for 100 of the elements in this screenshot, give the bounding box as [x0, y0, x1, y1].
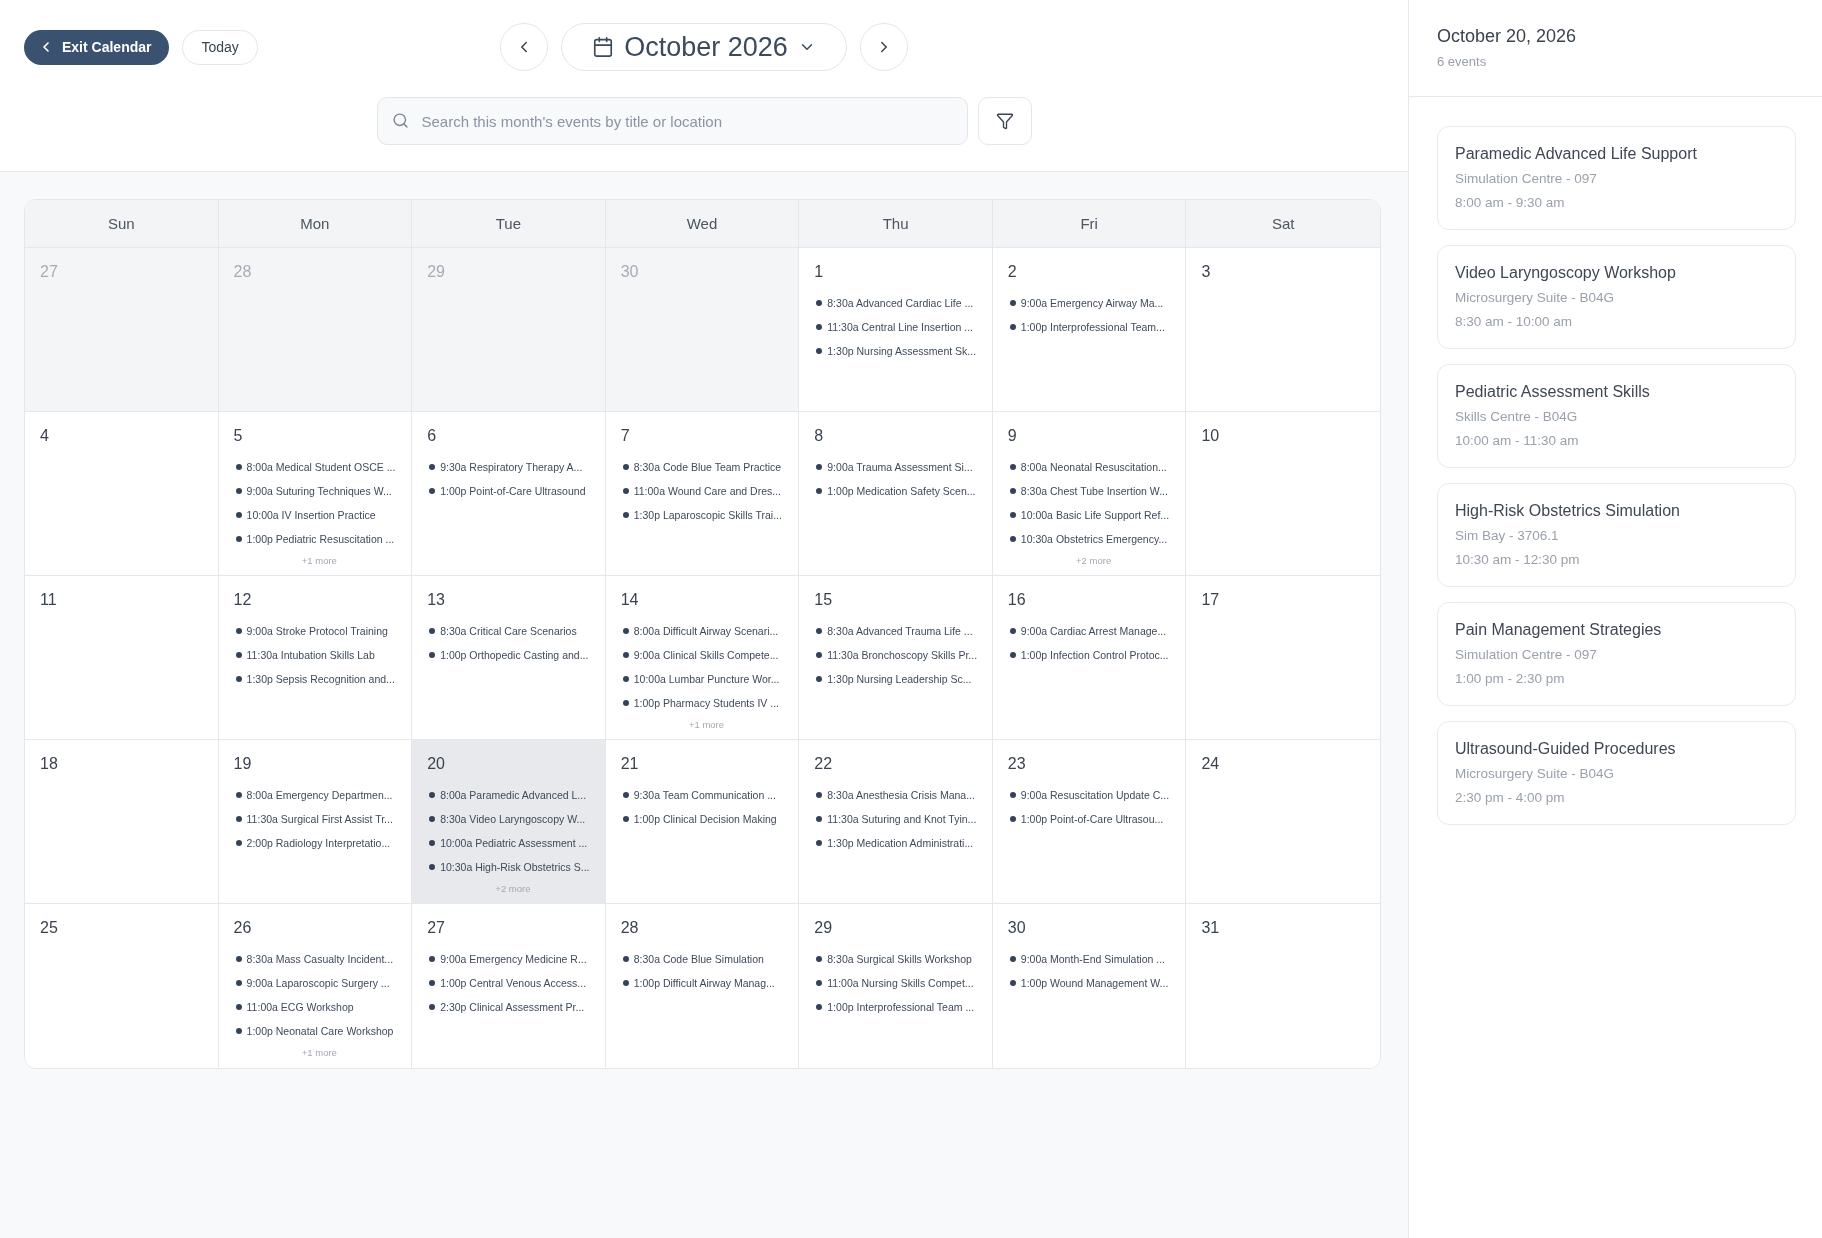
calendar-event[interactable]: 8:30a Anesthesia Crisis Mana...	[814, 783, 975, 807]
calendar-event[interactable]: 8:30a Critical Care Scenarios	[427, 619, 577, 643]
calendar-event[interactable]: 9:00a Emergency Airway Ma...	[1007, 291, 1164, 315]
calendar-event[interactable]: 1:00p Pediatric Resuscitation ...	[233, 527, 395, 551]
exit-calendar-button[interactable]: Exit Calendar	[24, 29, 170, 65]
day-cell[interactable]: 1 8:30a Advanced Cardiac Life ... 11:30a Central Line Insertion ... 1:30p Nursing Assessment Sk...	[799, 248, 993, 412]
calendar-event[interactable]: 9:00a Suturing Techniques W...	[233, 479, 392, 503]
calendar-event[interactable]: 1:00p Pharmacy Students IV ...	[620, 691, 780, 715]
calendar-event[interactable]: 9:00a Clinical Skills Compete...	[620, 643, 779, 667]
day-cell[interactable]: 15 8:30a Advanced Trauma Life ... 11:30a Bronchoscopy Skills Pr... 1:30p Nursing Leadership Sc...	[799, 576, 993, 740]
calendar-event[interactable]: 11:00a Nursing Skills Compet...	[814, 971, 974, 995]
day-cell[interactable]: 9 8:00a Neonatal Resuscitation... 8:30a Chest Tube Insertion W... 10:00a Basic Life Support Ref... 10:30a Obstetrics Emergency... +2 more	[992, 412, 1187, 576]
event-card[interactable]: Ultrasound-Guided Procedures Microsurgery Suite - B04G 2:30 pm - 4:00 pm	[1437, 721, 1796, 825]
day-cell[interactable]: 6 9:30a Respiratory Therapy A... 1:00p Point-of-Care Ultrasound	[412, 412, 606, 576]
calendar-event[interactable]: 10:00a Lumbar Puncture Wor...	[620, 667, 780, 691]
day-cell[interactable]: 2 9:00a Emergency Airway Ma... 1:00p Interprofessional Team...	[992, 248, 1187, 412]
calendar-event[interactable]: 8:30a Advanced Trauma Life ...	[814, 619, 973, 643]
day-cell[interactable]: 23 9:00a Resuscitation Update C... 1:00p Point-of-Care Ultrasou...	[992, 740, 1187, 904]
calendar-event[interactable]: 8:30a Chest Tube Insertion W...	[1007, 479, 1168, 503]
calendar-event[interactable]: 1:00p Neonatal Care Workshop	[233, 1019, 394, 1043]
calendar-event[interactable]: 11:00a Wound Care and Dres...	[620, 479, 781, 503]
day-cell[interactable]: 14 8:00a Difficult Airway Scenari... 9:00a Clinical Skills Compete... 10:00a Lumbar Puncture Wor... 1:00p Pharmacy Students IV ... +1 more	[605, 576, 800, 740]
calendar-event[interactable]: 1:00p Orthopedic Casting and...	[427, 643, 589, 667]
calendar-event[interactable]: 9:00a Resuscitation Update C...	[1007, 783, 1170, 807]
calendar-event[interactable]: 8:00a Medical Student OSCE ...	[233, 455, 396, 479]
calendar-event[interactable]: 1:00p Difficult Airway Manag...	[620, 971, 775, 995]
calendar-event[interactable]: 11:30a Bronchoscopy Skills Pr...	[814, 643, 978, 667]
day-cell[interactable]: 19 8:00a Emergency Departmen... 11:30a Surgical First Assist Tr... 2:00p Radiology Interpretatio...	[218, 740, 413, 904]
calendar-event[interactable]: 8:00a Difficult Airway Scenari...	[620, 619, 779, 643]
calendar-event[interactable]: 1:00p Central Venous Access...	[427, 971, 587, 995]
calendar-event[interactable]: 9:00a Emergency Medicine R...	[427, 947, 587, 971]
calendar-event[interactable]: 2:30p Clinical Assessment Pr...	[427, 995, 585, 1019]
calendar-event[interactable]: 9:00a Stroke Protocol Training	[233, 619, 388, 643]
calendar-event[interactable]: 11:30a Suturing and Knot Tyin...	[814, 807, 977, 831]
calendar-event[interactable]: 1:30p Laparoscopic Skills Trai...	[620, 503, 782, 527]
calendar-event[interactable]: 11:30a Surgical First Assist Tr...	[233, 807, 393, 831]
calendar-event[interactable]: 1:30p Nursing Leadership Sc...	[814, 667, 972, 691]
calendar-event[interactable]: 8:30a Surgical Skills Workshop	[814, 947, 972, 971]
event-card[interactable]: Video Laryngoscopy Workshop Microsurgery Suite - B04G 8:30 am - 10:00 am	[1437, 245, 1796, 349]
calendar-event[interactable]: 10:30a High-Risk Obstetrics S...	[427, 855, 590, 879]
calendar-event[interactable]: 1:30p Sepsis Recognition and...	[233, 667, 395, 691]
calendar-event[interactable]: 1:00p Point-of-Care Ultrasound	[427, 479, 586, 503]
calendar-event[interactable]: 10:00a Pediatric Assessment ...	[427, 831, 588, 855]
event-card[interactable]: High-Risk Obstetrics Simulation Sim Bay - 3706.1 10:30 am - 12:30 pm	[1437, 483, 1796, 587]
calendar-icon	[592, 36, 615, 58]
day-cell[interactable]: 16 9:00a Cardiac Arrest Manage... 1:00p Infection Control Protoc...	[992, 576, 1187, 740]
event-card[interactable]: Pediatric Assessment Skills Skills Centre - B04G 10:00 am - 11:30 am	[1437, 364, 1796, 468]
dot-icon	[1009, 652, 1016, 658]
day-cell[interactable]: 8 9:00a Trauma Assessment Si... 1:00p Medication Safety Scen...	[799, 412, 993, 576]
calendar-event[interactable]: 11:30a Central Line Insertion ...	[814, 315, 973, 339]
calendar-event[interactable]: 8:00a Neonatal Resuscitation...	[1007, 455, 1167, 479]
calendar-event[interactable]: 1:00p Interprofessional Team ...	[814, 995, 975, 1019]
calendar-event[interactable]: 1:00p Point-of-Care Ultrasou...	[1007, 807, 1164, 831]
day-cell[interactable]: 25	[25, 904, 219, 1068]
calendar-event[interactable]: 9:00a Trauma Assessment Si...	[814, 455, 973, 479]
calendar-event[interactable]: 8:00a Emergency Departmen...	[233, 783, 393, 807]
next-month-button[interactable]	[860, 23, 908, 71]
calendar-event[interactable]: 1:00p Clinical Decision Making	[620, 807, 777, 831]
calendar-event[interactable]: 8:00a Paramedic Advanced L...	[427, 783, 587, 807]
calendar-event[interactable]: 8:30a Mass Casualty Incident...	[233, 947, 394, 971]
calendar-event[interactable]: 10:00a Basic Life Support Ref...	[1007, 503, 1170, 527]
calendar-event[interactable]: 1:00p Medication Safety Scen...	[814, 479, 976, 503]
calendar-event[interactable]: 10:00a IV Insertion Practice	[233, 503, 376, 527]
calendar-event[interactable]: 11:30a Intubation Skills Lab	[233, 643, 375, 667]
day-cell[interactable]: 18	[25, 740, 219, 904]
filter-button[interactable]	[977, 97, 1032, 145]
calendar-event[interactable]: 8:30a Code Blue Team Practice	[620, 455, 782, 479]
calendar-event[interactable]: 1:00p Wound Management W...	[1007, 971, 1169, 995]
calendar-event[interactable]: 10:30a Obstetrics Emergency...	[1007, 527, 1168, 551]
calendar-event[interactable]: 9:30a Team Communication ...	[620, 783, 776, 807]
day-cell[interactable]: 4	[25, 412, 219, 576]
search-field[interactable]: Search this month's events by title or location	[376, 97, 968, 145]
day-cell[interactable]: 20 8:00a Paramedic Advanced L... 8:30a Video Laryngoscopy W... 10:00a Pediatric Assessment ... 10:30a High-Risk Obstetrics S... +2 more	[412, 740, 606, 904]
day-cell[interactable]: 5 8:00a Medical Student OSCE ... 9:00a Suturing Techniques W... 10:00a IV Insertion Practice 1:00p Pediatric Resuscitation ... +1 more	[218, 412, 413, 576]
today-button[interactable]: Today	[182, 29, 258, 65]
calendar-event[interactable]: 1:00p Interprofessional Team...	[1007, 315, 1165, 339]
calendar-event[interactable]: 1:30p Medication Administrati...	[814, 831, 974, 855]
day-cell[interactable]: 13 8:30a Critical Care Scenarios 1:00p Orthopedic Casting and...	[412, 576, 606, 740]
calendar-event[interactable]: 9:00a Laparoscopic Surgery ...	[233, 971, 390, 995]
day-cell[interactable]: 7 8:30a Code Blue Team Practice 11:00a Wound Care and Dres... 1:30p Laparoscopic Skills Trai...	[605, 412, 800, 576]
day-number: 3	[1201, 262, 1211, 282]
day-cell[interactable]: 12 9:00a Stroke Protocol Training 11:30a Intubation Skills Lab 1:30p Sepsis Recognition and...	[218, 576, 413, 740]
previous-month-button[interactable]	[500, 23, 548, 71]
calendar-event[interactable]: 9:30a Respiratory Therapy A...	[427, 455, 583, 479]
event-card[interactable]: Pain Management Strategies Simulation Centre - 097 1:00 pm - 2:30 pm	[1437, 602, 1796, 706]
calendar-event[interactable]: 9:00a Cardiac Arrest Manage...	[1007, 619, 1167, 643]
day-cell[interactable]: 21 9:30a Team Communication ... 1:00p Clinical Decision Making	[605, 740, 800, 904]
calendar-event[interactable]: 8:30a Advanced Cardiac Life ...	[814, 291, 974, 315]
event-card[interactable]: Paramedic Advanced Life Support Simulation Centre - 097 8:00 am - 9:30 am	[1437, 126, 1796, 230]
day-cell[interactable]: 11	[25, 576, 219, 740]
calendar-event[interactable]: 1:30p Nursing Assessment Sk...	[814, 339, 977, 363]
calendar-event[interactable]: 8:30a Video Laryngoscopy W...	[427, 807, 586, 831]
calendar-event[interactable]: 2:00p Radiology Interpretatio...	[233, 831, 391, 855]
calendar-event[interactable]: 9:00a Month-End Simulation ...	[1007, 947, 1165, 971]
calendar-event[interactable]: 1:00p Infection Control Protoc...	[1007, 643, 1169, 667]
calendar-event[interactable]: 8:30a Code Blue Simulation	[620, 947, 764, 971]
month-picker-button[interactable]: October 2026	[561, 23, 847, 71]
calendar-event[interactable]: 11:00a ECG Workshop	[233, 995, 354, 1019]
day-cell[interactable]: 22 8:30a Anesthesia Crisis Mana... 11:30a Suturing and Knot Tyin... 1:30p Medication Administrati...	[799, 740, 993, 904]
dot-icon	[622, 700, 629, 706]
